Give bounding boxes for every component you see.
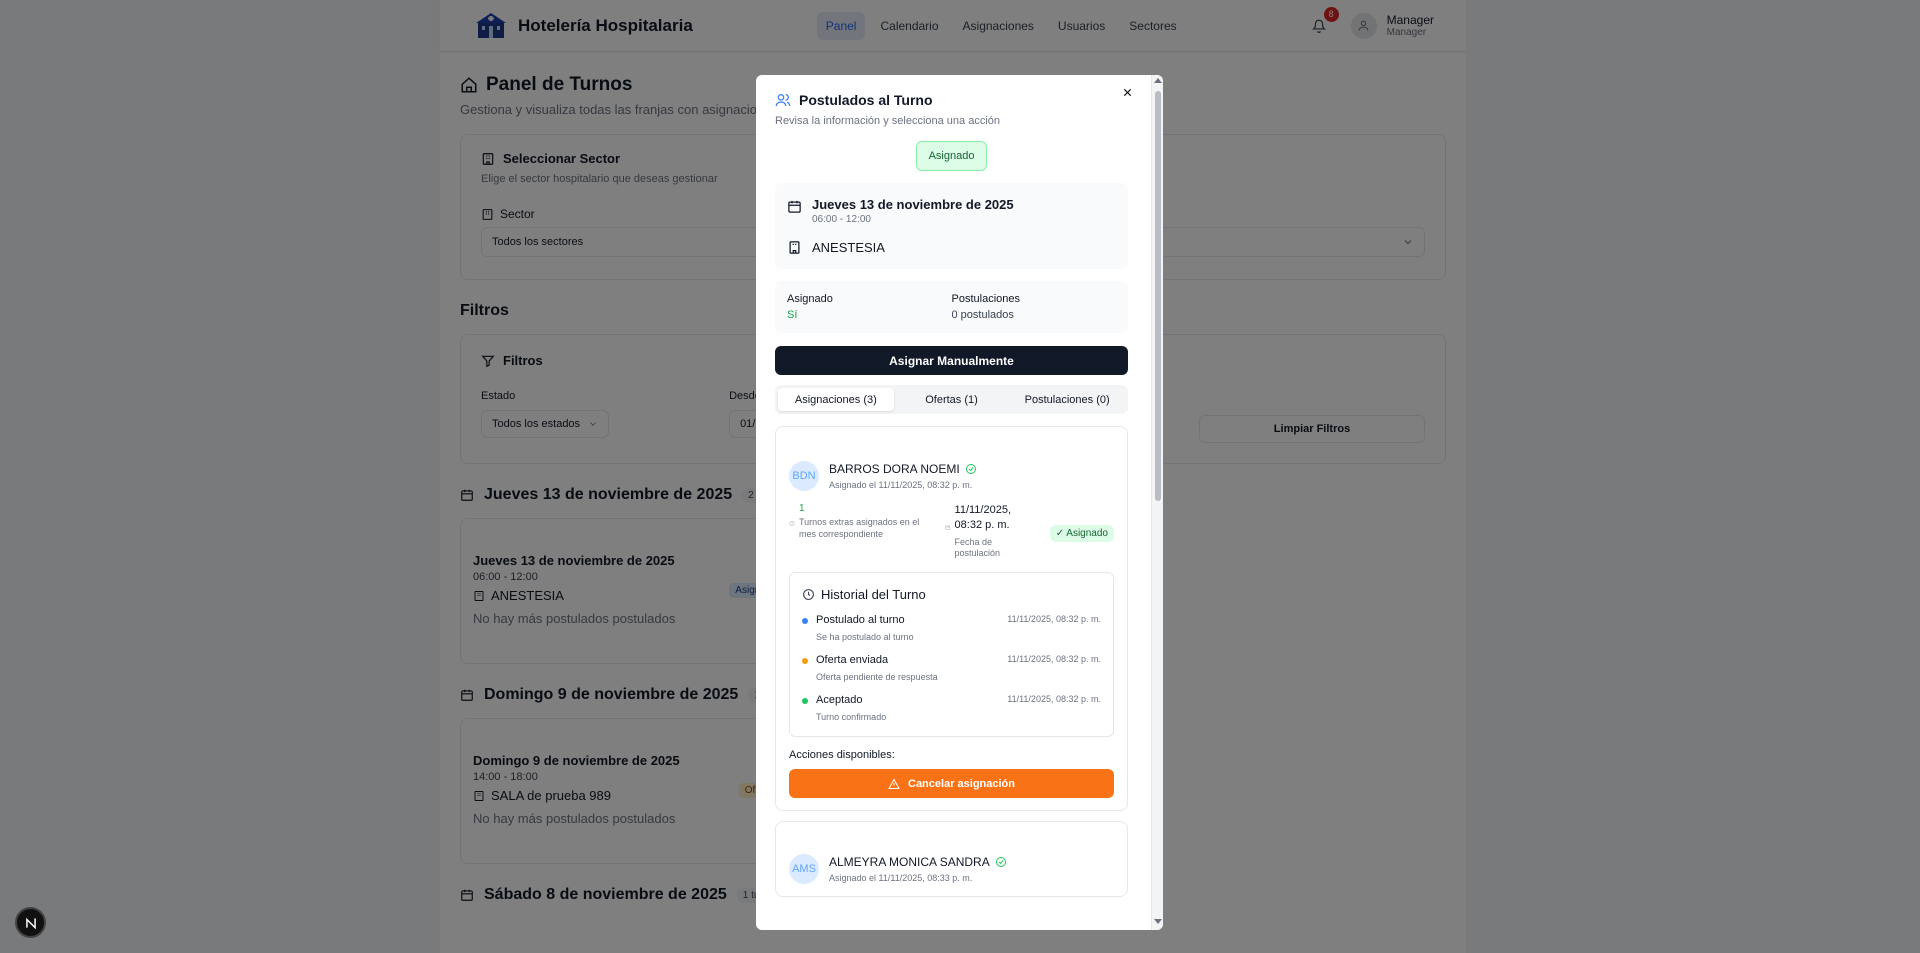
assigned-label: Asignado bbox=[787, 293, 833, 305]
history-time: 11/11/2025, 08:32 p. m. bbox=[1007, 614, 1101, 625]
shift-stats-box: Asignado Sí Postulaciones 0 postulados bbox=[775, 281, 1128, 333]
users-icon bbox=[775, 94, 791, 107]
modal-title: Postulados al Turno bbox=[775, 92, 1128, 108]
cancel-assignment-button[interactable]: Cancelar asignación bbox=[789, 769, 1114, 799]
history-title-text: Historial del Turno bbox=[821, 587, 926, 603]
shift-time: 06:00 - 12:00 bbox=[812, 214, 871, 225]
history-desc: Oferta pendiente de respuesta bbox=[816, 672, 938, 683]
shift-status-badge: Asignado bbox=[915, 141, 988, 171]
applied-date: 11/11/2025, 08:32 p. m. bbox=[954, 504, 1012, 532]
history-item: Oferta enviada Oferta pendiente de respu… bbox=[802, 654, 1101, 682]
shift-info-box: Jueves 13 de noviembre de 2025 06:00 - 1… bbox=[775, 183, 1128, 269]
avatar: BDN bbox=[789, 461, 819, 491]
shift-sector: ANESTESIA bbox=[812, 240, 885, 255]
tab-postulaciones[interactable]: Postulaciones (0) bbox=[1009, 388, 1125, 411]
applied-date-label: Fecha de postulación bbox=[954, 536, 1001, 559]
extra-shifts-label: Turnos extras asignados en el mes corres… bbox=[799, 517, 920, 539]
check-circle-icon bbox=[965, 464, 976, 474]
scroll-thumb[interactable] bbox=[1155, 91, 1161, 501]
history-title: Historial del Turno bbox=[802, 587, 1101, 602]
person-name-text: ALMEYRA MONICA SANDRA bbox=[829, 855, 990, 870]
close-button[interactable] bbox=[1122, 85, 1133, 103]
modal-tabs: Asignaciones (3) Ofertas (1) Postulacion… bbox=[775, 385, 1128, 414]
app-launcher-button[interactable] bbox=[15, 907, 46, 938]
assign-manually-button[interactable]: Asignar Manualmente bbox=[775, 346, 1128, 375]
status-dot bbox=[802, 618, 808, 625]
warning-icon bbox=[888, 778, 900, 789]
clock-icon bbox=[803, 589, 814, 601]
logo-mark-icon bbox=[25, 917, 36, 929]
check-circle-icon bbox=[995, 857, 1006, 868]
history-desc: Turno confirmado bbox=[816, 712, 887, 723]
assigned-date: Asignado el 11/11/2025, 08:33 p. m. bbox=[829, 873, 973, 884]
person-name: ALMEYRA MONICA SANDRA bbox=[829, 855, 1007, 869]
status-dot bbox=[802, 698, 808, 705]
scroll-down-arrow[interactable] bbox=[1154, 919, 1162, 924]
applications-label: Postulaciones bbox=[951, 293, 1021, 305]
modal-body: Postulados al Turno Revisa la informació… bbox=[756, 75, 1163, 930]
person-name: BARROS DORA NOEMI bbox=[829, 462, 977, 476]
applicants-modal: Postulados al Turno Revisa la informació… bbox=[756, 75, 1163, 930]
extra-shifts-count: 1 bbox=[799, 503, 805, 514]
tab-asignaciones[interactable]: Asignaciones (3) bbox=[778, 388, 894, 411]
tab-ofertas[interactable]: Ofertas (1) bbox=[894, 388, 1010, 411]
assigned-badge: ✓ Asignado bbox=[1049, 525, 1114, 542]
modal-title-text: Postulados al Turno bbox=[799, 92, 933, 108]
assigned-date: Asignado el 11/11/2025, 08:32 p. m. bbox=[829, 480, 973, 490]
history-label: Aceptado bbox=[816, 694, 863, 707]
modal-subtitle: Revisa la información y selecciona una a… bbox=[775, 115, 1001, 127]
history-time: 11/11/2025, 08:32 p. m. bbox=[1007, 654, 1101, 665]
calendar-icon bbox=[788, 200, 801, 213]
close-icon bbox=[1123, 88, 1132, 97]
history-time: 11/11/2025, 08:32 p. m. bbox=[1007, 694, 1101, 705]
modal-scrollbar[interactable] bbox=[1151, 75, 1163, 930]
shift-date: Jueves 13 de noviembre de 2025 bbox=[812, 197, 1014, 212]
shift-history: Historial del Turno Postulado al turno S… bbox=[789, 572, 1114, 738]
applications-value: 0 postulados bbox=[951, 309, 1014, 321]
history-label: Postulado al turno bbox=[816, 614, 905, 627]
history-desc: Se ha postulado al turno bbox=[816, 632, 914, 643]
assignment-card: BDN BARROS DORA NOEMI Asignado el 11/11/… bbox=[775, 426, 1128, 812]
assignment-card: AMS ALMEYRA MONICA SANDRA Asignado el 11… bbox=[775, 821, 1128, 898]
clock-icon bbox=[789, 521, 795, 526]
avatar: AMS bbox=[789, 854, 819, 885]
scroll-up-arrow[interactable] bbox=[1154, 78, 1162, 83]
building-icon bbox=[789, 241, 800, 254]
person-name-text: BARROS DORA NOEMI bbox=[829, 462, 960, 476]
cancel-assignment-text: Cancelar asignación bbox=[908, 777, 1015, 790]
calendar-icon bbox=[945, 525, 951, 530]
actions-label: Acciones disponibles: bbox=[789, 749, 895, 762]
history-item: Aceptado Turno confirmado 11/11/2025, 08… bbox=[802, 694, 1101, 722]
history-item: Postulado al turno Se ha postulado al tu… bbox=[802, 614, 1101, 642]
status-dot bbox=[802, 658, 808, 665]
history-label: Oferta enviada bbox=[816, 654, 889, 667]
assigned-value: Sí bbox=[787, 309, 798, 321]
